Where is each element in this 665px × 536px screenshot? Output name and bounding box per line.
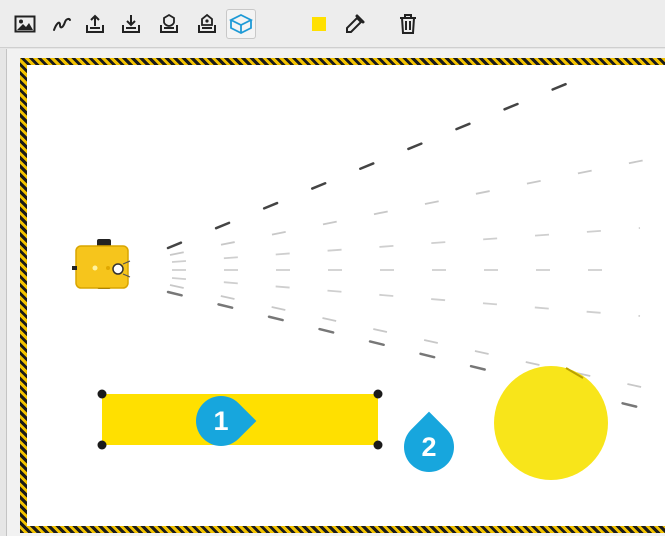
- sensor-ray: [169, 157, 656, 256]
- arena-editor: 1 2: [0, 0, 665, 536]
- arena-scene: [72, 68, 656, 480]
- robot[interactable]: [72, 239, 131, 289]
- callout-number: 1: [213, 406, 229, 436]
- sensor-ray: [166, 68, 602, 250]
- sensor-ray: [169, 284, 656, 391]
- callout-marker-2: 2: [393, 411, 465, 483]
- robot-sensor: [112, 263, 124, 275]
- resize-handle-bottom-right[interactable]: [373, 440, 383, 450]
- resize-handle-bottom-left[interactable]: [97, 440, 107, 450]
- callout-number: 2: [421, 432, 437, 462]
- sensor-rays: [166, 68, 656, 412]
- resize-handle-top-right[interactable]: [373, 389, 383, 399]
- resize-handle-top-left[interactable]: [97, 389, 107, 399]
- sensor-ray: [171, 277, 641, 317]
- callout-marker-1: 1: [185, 385, 257, 457]
- sensor-ray: [171, 227, 641, 263]
- circle-obstacle[interactable]: [494, 366, 608, 480]
